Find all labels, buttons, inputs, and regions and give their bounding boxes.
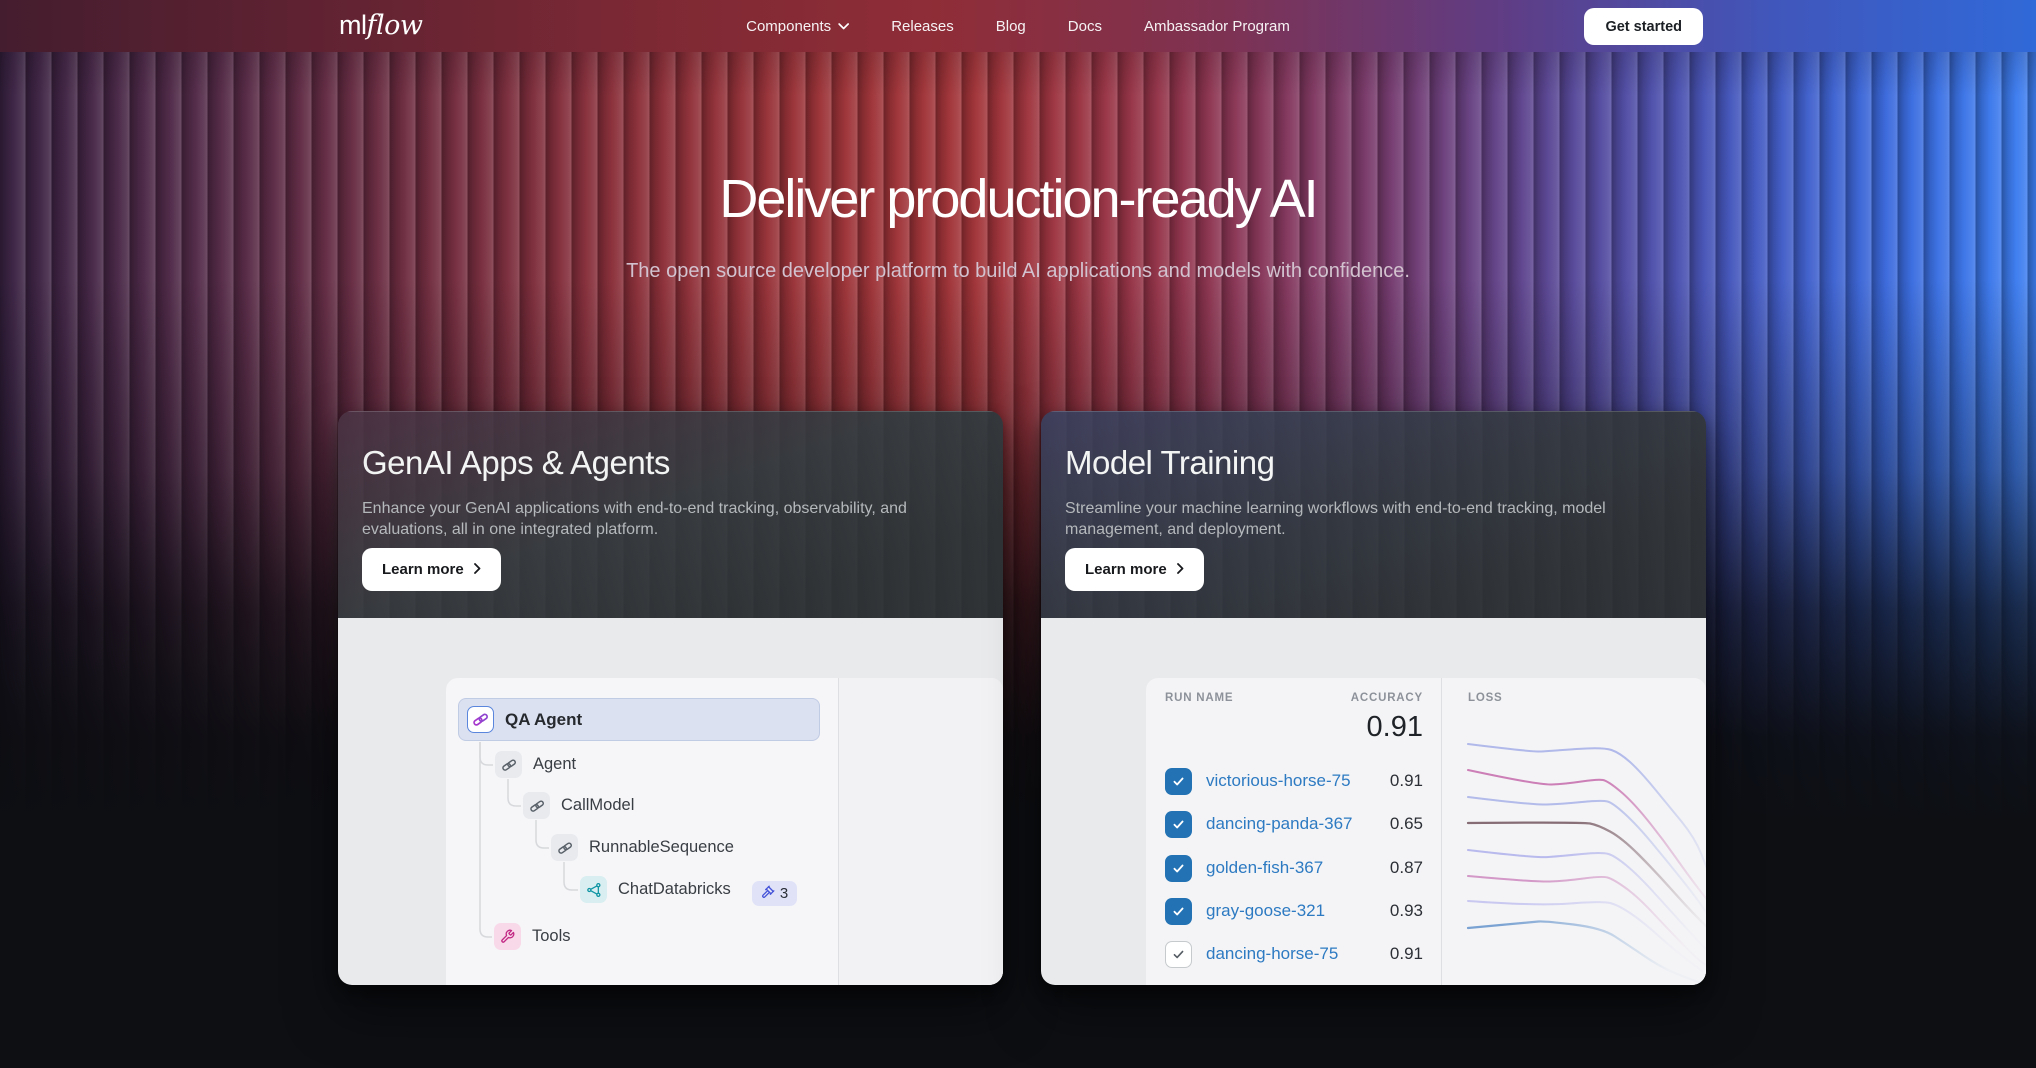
trace-node-agent[interactable]: Agent xyxy=(495,751,576,778)
run-name-link[interactable]: gray-goose-321 xyxy=(1206,901,1325,921)
trace-node-qa-agent[interactable]: QA Agent xyxy=(458,698,820,741)
run-name-link[interactable]: dancing-horse-75 xyxy=(1206,944,1338,964)
assessment-count-badge[interactable]: 3 xyxy=(752,881,797,906)
run-name-link[interactable]: dancing-panda-367 xyxy=(1206,814,1353,834)
run-accuracy: 0.91 xyxy=(1390,944,1423,964)
logo-flow: flow xyxy=(367,10,423,41)
genai-learn-more-button[interactable]: Learn more xyxy=(362,548,501,591)
run-checkbox[interactable] xyxy=(1165,855,1192,882)
trace-node-tools[interactable]: Tools xyxy=(494,923,571,950)
nav-item-releases[interactable]: Releases xyxy=(891,18,954,35)
chain-link-icon xyxy=(551,834,578,861)
best-accuracy-value: 0.91 xyxy=(1367,711,1423,744)
run-checkbox[interactable] xyxy=(1165,811,1192,838)
run-checkbox[interactable] xyxy=(1165,768,1192,795)
trace-node-label: RunnableSequence xyxy=(589,838,734,857)
table-row: gray-goose-321 0.93 xyxy=(1146,898,1441,925)
trace-node-label: CallModel xyxy=(561,796,634,815)
training-card-body: RUN NAME ACCURACY 0.91 victorious-horse-… xyxy=(1041,618,1706,985)
navbar: mlflow Components Releases Blog Docs Amb… xyxy=(0,0,2036,52)
logo-ml: ml xyxy=(339,10,367,40)
genai-card-description: Enhance your GenAI applications with end… xyxy=(362,498,975,540)
table-row: golden-fish-367 0.87 xyxy=(1146,855,1441,882)
wrench-icon xyxy=(494,923,521,950)
run-accuracy: 0.91 xyxy=(1390,771,1423,791)
trace-node-runnablesequence[interactable]: RunnableSequence xyxy=(551,834,734,861)
trace-node-label: QA Agent xyxy=(505,710,582,730)
accuracy-column-header: ACCURACY xyxy=(1351,692,1423,704)
run-checkbox[interactable] xyxy=(1165,941,1192,968)
nav-item-blog[interactable]: Blog xyxy=(996,18,1026,35)
run-name-link[interactable]: golden-fish-367 xyxy=(1206,858,1323,878)
page: mlflow Components Releases Blog Docs Amb… xyxy=(0,0,2036,1068)
nav-item-components[interactable]: Components xyxy=(746,18,849,35)
table-row: dancing-horse-75 0.91 xyxy=(1146,941,1441,968)
get-started-button[interactable]: Get started xyxy=(1584,8,1703,45)
trace-node-chatdatabricks[interactable]: ChatDatabricks xyxy=(580,876,731,903)
trace-node-callmodel[interactable]: CallModel xyxy=(523,792,634,819)
genai-card-header: GenAI Apps & Agents Enhance your GenAI a… xyxy=(338,411,1003,618)
nav-item-docs[interactable]: Docs xyxy=(1068,18,1102,35)
gavel-icon xyxy=(761,885,775,903)
training-card-description: Streamline your machine learning workflo… xyxy=(1065,498,1678,540)
curtain-gradient-background xyxy=(0,0,2036,1068)
run-name-column-header: RUN NAME xyxy=(1165,692,1233,704)
run-accuracy: 0.87 xyxy=(1390,858,1423,878)
run-accuracy: 0.93 xyxy=(1390,901,1423,921)
loss-line-chart xyxy=(1441,678,1706,985)
training-learn-more-button[interactable]: Learn more xyxy=(1065,548,1204,591)
hero-section: Deliver production-ready AI The open sou… xyxy=(0,168,2036,283)
chain-link-icon xyxy=(467,706,494,733)
chain-link-icon xyxy=(523,792,550,819)
model-training-card: Model Training Streamline your machine l… xyxy=(1041,411,1706,985)
nav-item-components-label: Components xyxy=(746,18,831,35)
assessment-count: 3 xyxy=(780,885,788,902)
chevron-right-icon xyxy=(1177,561,1184,578)
run-checkbox[interactable] xyxy=(1165,898,1192,925)
table-row: victorious-horse-75 0.91 xyxy=(1146,768,1441,795)
genai-card-title: GenAI Apps & Agents xyxy=(362,444,975,482)
trace-viewer-panel: QA Agent Agent CallModel xyxy=(446,678,1003,985)
run-accuracy: 0.65 xyxy=(1390,814,1423,834)
chain-link-icon xyxy=(495,751,522,778)
run-comparison-panel: RUN NAME ACCURACY 0.91 victorious-horse-… xyxy=(1146,678,1706,985)
training-card-header: Model Training Streamline your machine l… xyxy=(1041,411,1706,618)
chevron-down-icon xyxy=(838,23,849,30)
trace-detail-pane xyxy=(838,678,1003,985)
trace-node-label: Agent xyxy=(533,755,576,774)
run-name-link[interactable]: victorious-horse-75 xyxy=(1206,771,1351,791)
chevron-right-icon xyxy=(474,561,481,578)
genai-apps-agents-card: GenAI Apps & Agents Enhance your GenAI a… xyxy=(338,411,1003,985)
trace-node-label: ChatDatabricks xyxy=(618,880,731,899)
page-subtitle: The open source developer platform to bu… xyxy=(0,260,2036,283)
nav-item-ambassador-program[interactable]: Ambassador Program xyxy=(1144,18,1290,35)
training-card-title: Model Training xyxy=(1065,444,1678,482)
genai-card-body: QA Agent Agent CallModel xyxy=(338,618,1003,985)
nav-links: Components Releases Blog Docs Ambassador… xyxy=(746,0,1290,52)
mlflow-logo[interactable]: mlflow xyxy=(339,10,423,41)
table-row: dancing-panda-367 0.65 xyxy=(1146,811,1441,838)
model-graph-icon xyxy=(580,876,607,903)
trace-node-label: Tools xyxy=(532,927,571,946)
page-title: Deliver production-ready AI xyxy=(0,168,2036,230)
